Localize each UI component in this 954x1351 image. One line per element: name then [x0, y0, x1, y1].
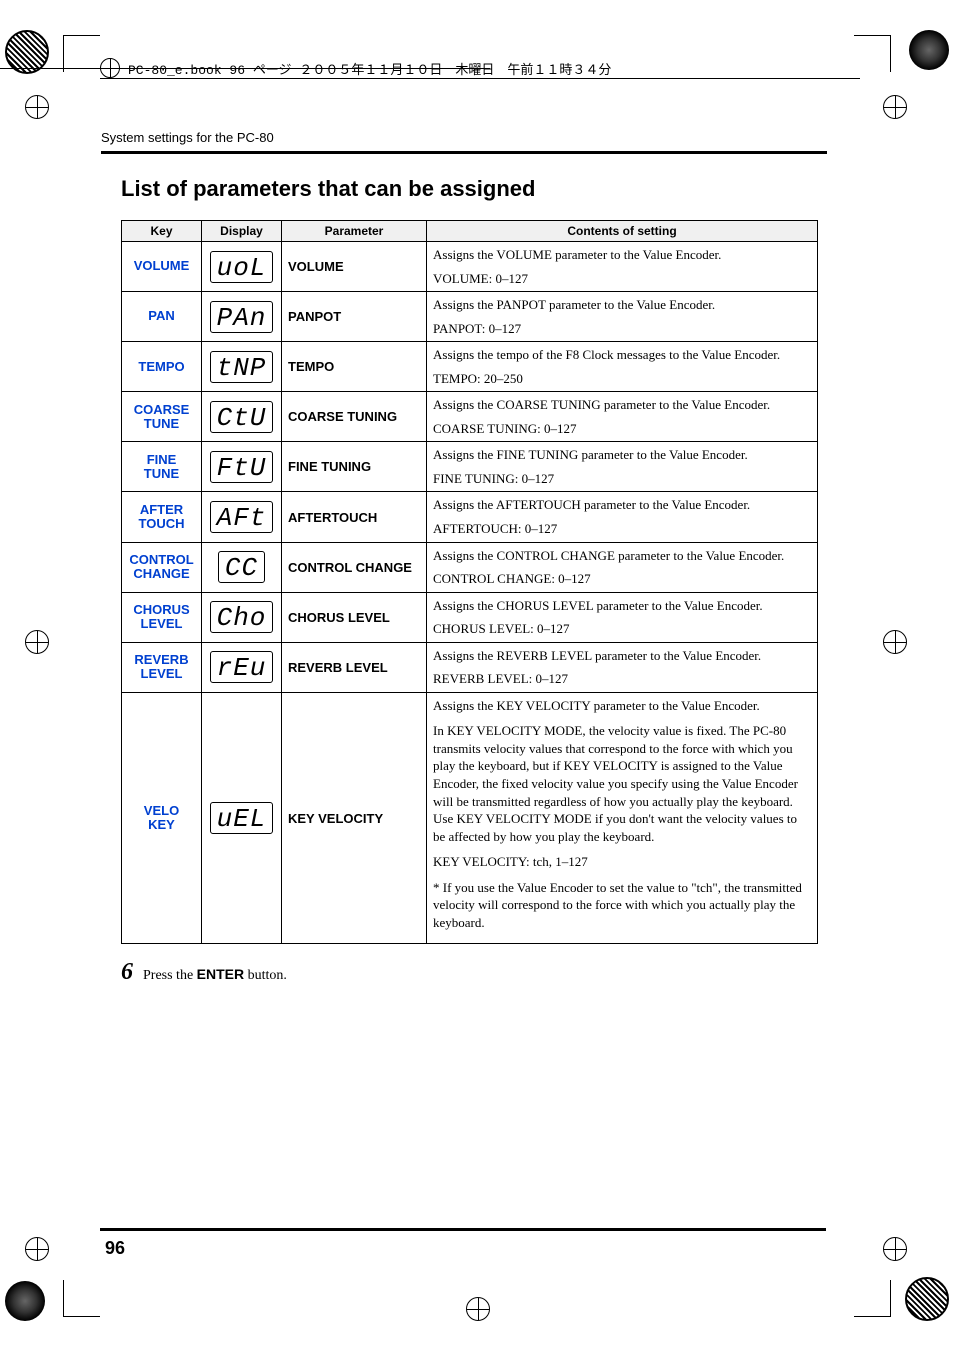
table-row: CONTROLCHANGE CC CONTROL CHANGEAssigns the…: [122, 542, 818, 592]
page-title: List of parameters that can be assigned: [121, 176, 827, 202]
register-mark-icon: [883, 630, 907, 654]
segment-display-icon: CtU: [210, 401, 274, 433]
table-display-cell: AFt: [202, 492, 282, 542]
table-key-cell: REVERBLEVEL: [122, 642, 202, 692]
segment-display-icon: uoL: [210, 251, 274, 283]
table-display-cell: FtU: [202, 442, 282, 492]
table-key-cell: COARSETUNE: [122, 392, 202, 442]
table-key-cell: PAN: [122, 292, 202, 342]
print-mark-icon: [5, 1281, 45, 1321]
table-parameter-cell: COARSE TUNING: [282, 392, 427, 442]
table-display-cell: Cho: [202, 592, 282, 642]
table-parameter-cell: CHORUS LEVEL: [282, 592, 427, 642]
page-number: 96: [105, 1238, 125, 1259]
table-row: PANPAnPANPOTAssigns the PANPOT parameter…: [122, 292, 818, 342]
print-mark-icon: [909, 30, 949, 70]
table-desc-cell: Assigns the KEY VELOCITY parameter to th…: [427, 692, 818, 944]
breadcrumb: System settings for the PC-80: [101, 130, 827, 151]
table-parameter-cell: PANPOT: [282, 292, 427, 342]
table-display-cell: uoL: [202, 242, 282, 292]
table-display-cell: CC: [202, 542, 282, 592]
step-instruction: 6 Press the ENTER button.: [121, 960, 827, 984]
table-parameter-cell: CONTROL CHANGE: [282, 542, 427, 592]
table-desc-cell: Assigns the PANPOT parameter to the Valu…: [427, 292, 818, 342]
table-key-cell: VOLUME: [122, 242, 202, 292]
step-number: 6: [121, 960, 133, 984]
table-display-cell: PAn: [202, 292, 282, 342]
register-mark-icon: [466, 1297, 490, 1321]
table-parameter-cell: KEY VELOCITY: [282, 692, 427, 944]
table-desc-cell: Assigns the REVERB LEVEL parameter to th…: [427, 642, 818, 692]
table-desc-cell: Assigns the CONTROL CHANGE parameter to …: [427, 542, 818, 592]
table-key-cell: FINETUNE: [122, 442, 202, 492]
table-row: REVERBLEVELrEuREVERB LEVELAssigns the RE…: [122, 642, 818, 692]
table-display-cell: uEL: [202, 692, 282, 944]
print-mark-icon: [905, 1277, 949, 1321]
divider: [101, 151, 827, 154]
segment-display-icon: PAn: [210, 301, 274, 333]
register-mark-icon: [25, 95, 49, 119]
table-row: VELOKEYuELKEY VELOCITYAssigns the KEY VE…: [122, 692, 818, 944]
table-row: FINETUNEFtUFINE TUNINGAssigns the FINE T…: [122, 442, 818, 492]
table-desc-cell: Assigns the CHORUS LEVEL parameter to th…: [427, 592, 818, 642]
register-mark-icon: [883, 95, 907, 119]
table-parameter-cell: REVERB LEVEL: [282, 642, 427, 692]
table-parameter-cell: VOLUME: [282, 242, 427, 292]
segment-display-icon: rEu: [210, 651, 274, 683]
enter-label: ENTER: [197, 966, 244, 982]
table-parameter-cell: TEMPO: [282, 342, 427, 392]
divider: [100, 1228, 826, 1231]
segment-display-icon: FtU: [210, 451, 274, 483]
register-mark-icon: [883, 1237, 907, 1261]
table-row: VOLUMEuoLVOLUMEAssigns the VOLUME parame…: [122, 242, 818, 292]
table-row: CHORUSLEVELChoCHORUS LEVELAssigns the CH…: [122, 592, 818, 642]
segment-display-icon: CC: [218, 551, 265, 583]
register-mark-icon: [100, 58, 120, 78]
segment-display-icon: Cho: [210, 601, 274, 633]
table-key-cell: CONTROLCHANGE: [122, 542, 202, 592]
table-row: COARSETUNECtUCOARSE TUNINGAssigns the CO…: [122, 392, 818, 442]
table-row: AFTERTOUCHAFtAFTERTOUCHAssigns the AFTER…: [122, 492, 818, 542]
table-row: TEMPOtNPTEMPOAssigns the tempo of the F8…: [122, 342, 818, 392]
col-display: Display: [202, 221, 282, 242]
table-desc-cell: Assigns the AFTERTOUCH parameter to the …: [427, 492, 818, 542]
divider: [100, 78, 860, 79]
table-display-cell: tNP: [202, 342, 282, 392]
register-mark-icon: [25, 630, 49, 654]
table-key-cell: AFTERTOUCH: [122, 492, 202, 542]
table-desc-cell: Assigns the tempo of the F8 Clock messag…: [427, 342, 818, 392]
doc-header: PC-80_e.book 96 ページ ２００５年１１月１０日 木曜日 午前１１…: [100, 58, 860, 78]
table-parameter-cell: AFTERTOUCH: [282, 492, 427, 542]
table-display-cell: rEu: [202, 642, 282, 692]
col-key: Key: [122, 221, 202, 242]
table-desc-cell: Assigns the VOLUME parameter to the Valu…: [427, 242, 818, 292]
table-key-cell: TEMPO: [122, 342, 202, 392]
table-desc-cell: Assigns the FINE TUNING parameter to the…: [427, 442, 818, 492]
table-header-row: Key Display Parameter Contents of settin…: [122, 221, 818, 242]
segment-display-icon: tNP: [210, 351, 274, 383]
table-parameter-cell: FINE TUNING: [282, 442, 427, 492]
table-display-cell: CtU: [202, 392, 282, 442]
step-text: Press the ENTER button.: [143, 966, 287, 984]
col-parameter: Parameter: [282, 221, 427, 242]
segment-display-icon: AFt: [210, 501, 274, 533]
col-contents: Contents of setting: [427, 221, 818, 242]
table-key-cell: VELOKEY: [122, 692, 202, 944]
parameter-table: Key Display Parameter Contents of settin…: [121, 220, 818, 944]
table-desc-cell: Assigns the COARSE TUNING parameter to t…: [427, 392, 818, 442]
segment-display-icon: uEL: [210, 802, 274, 834]
table-key-cell: CHORUSLEVEL: [122, 592, 202, 642]
register-mark-icon: [25, 1237, 49, 1261]
